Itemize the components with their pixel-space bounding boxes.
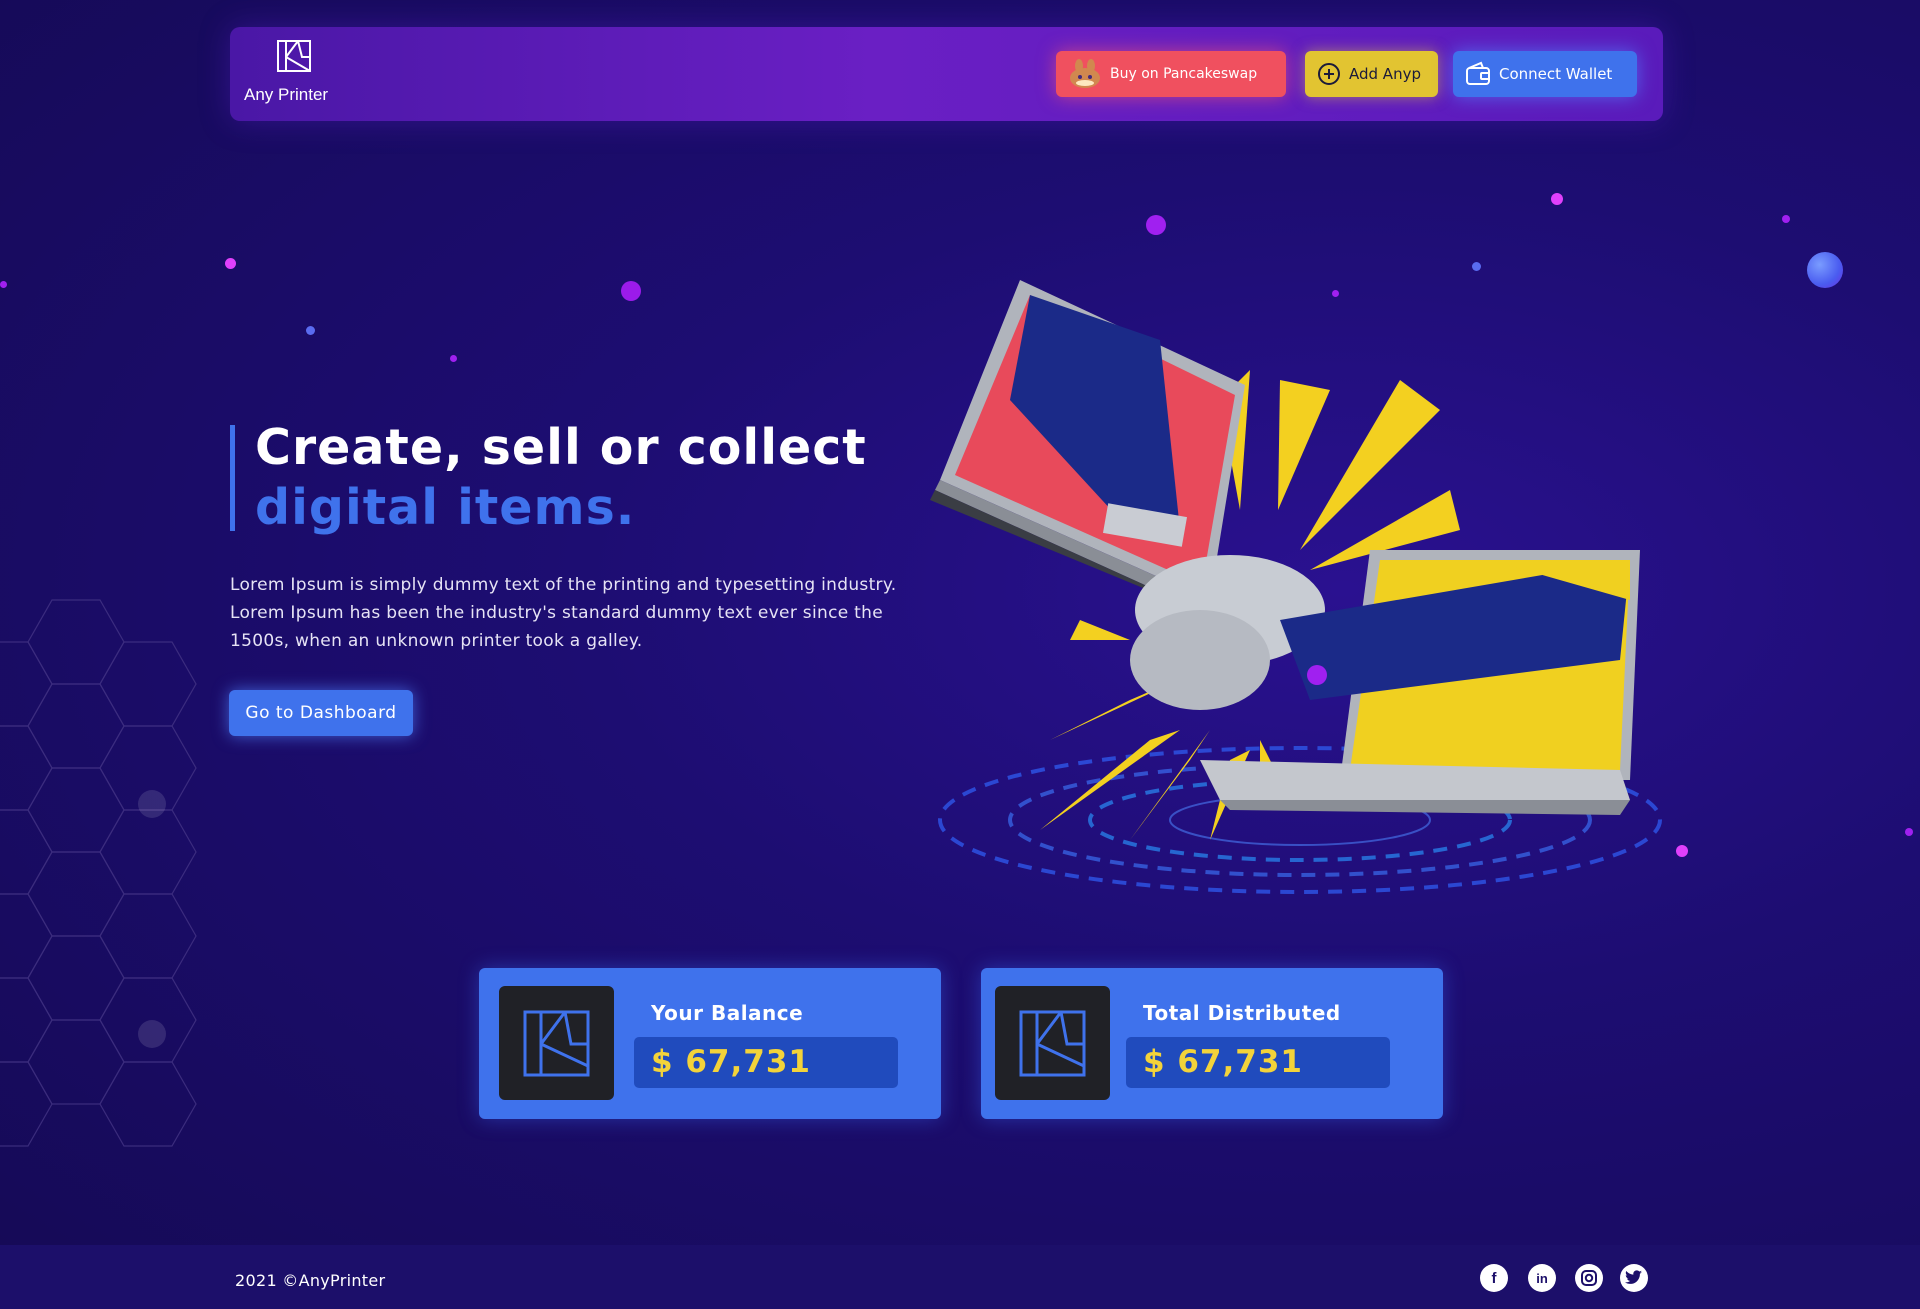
decor-dot (1807, 252, 1843, 288)
twitter-bird-glyph (1625, 1270, 1642, 1284)
decor-dot (225, 258, 236, 269)
total-distributed-card: Total Distributed $ 67,731 (981, 968, 1443, 1119)
total-distributed-value: $ 67,731 (1126, 1037, 1390, 1088)
instagram-glyph (1581, 1270, 1597, 1286)
instagram-icon[interactable] (1575, 1264, 1603, 1292)
hero-title: Create, sell or collect digital items. (255, 418, 867, 538)
pancake-bunny-icon (1070, 59, 1100, 88)
balance-token-icon (499, 986, 614, 1100)
decor-dot (621, 281, 641, 301)
wallet-icon (1466, 61, 1490, 85)
linkedin-icon[interactable]: in (1528, 1264, 1556, 1292)
balance-value: $ 67,731 (634, 1037, 898, 1088)
decor-dot (450, 355, 457, 362)
distributed-token-icon (995, 986, 1110, 1100)
decor-dot (0, 281, 7, 288)
hero-title-line2: digital items. (255, 479, 636, 536)
balance-card: Your Balance $ 67,731 (479, 968, 941, 1119)
any-printer-logo-icon (523, 1010, 590, 1077)
buy-pancakeswap-button[interactable]: Buy on Pancakeswap (1056, 51, 1286, 97)
balance-label: Your Balance (651, 1001, 804, 1025)
decor-dot (1551, 193, 1563, 205)
handshake-laptops-illustration (930, 280, 1662, 894)
hero-description: Lorem Ipsum is simply dummy text of the … (230, 575, 897, 651)
total-distributed-label: Total Distributed (1143, 1001, 1341, 1025)
go-to-dashboard-button[interactable]: Go to Dashboard (229, 690, 413, 736)
hexagon-background-pattern (0, 599, 197, 1147)
connect-wallet-button[interactable]: Connect Wallet (1453, 51, 1637, 97)
plus-circle-icon (1318, 63, 1340, 85)
connect-wallet-label: Connect Wallet (1499, 65, 1613, 83)
facebook-icon[interactable]: f (1480, 1264, 1508, 1292)
twitter-icon[interactable] (1620, 1264, 1648, 1292)
decor-dot (1905, 828, 1913, 836)
header-bar: Any Printer Buy on Pancakeswap Add Anyp … (230, 27, 1663, 121)
any-printer-logo-icon (1019, 1010, 1086, 1077)
copyright-text: 2021 ©AnyPrinter (235, 1271, 386, 1290)
decor-dot (1676, 845, 1688, 857)
decor-dot (306, 326, 315, 335)
add-anyp-button[interactable]: Add Anyp (1305, 51, 1438, 97)
add-anyp-label: Add Anyp (1349, 65, 1421, 83)
hero-title-line1: Create, sell or collect (255, 419, 867, 476)
brand-name: Any Printer (244, 85, 329, 104)
hero-accent-bar (230, 425, 235, 531)
buy-pancakeswap-label: Buy on Pancakeswap (1110, 66, 1258, 82)
footer: 2021 ©AnyPrinter f in (0, 1245, 1920, 1309)
decor-dot (1782, 215, 1790, 223)
decor-dot (1146, 215, 1166, 235)
